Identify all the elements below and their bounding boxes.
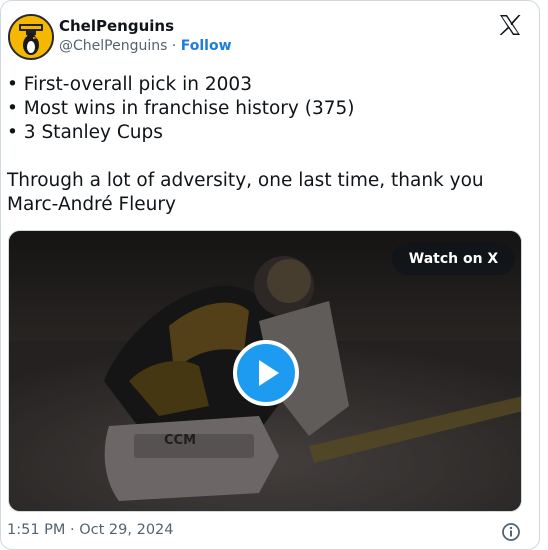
tweet-line: Through a lot of adversity, one last tim…	[7, 170, 484, 191]
tweet-text: • First-overall pick in 2003 • Most wins…	[7, 73, 527, 217]
handle-row: @ChelPenguins · Follow	[59, 38, 232, 54]
avatar[interactable]	[8, 14, 54, 60]
tweet-line: Marc-André Fleury	[7, 194, 176, 215]
play-button[interactable]	[233, 340, 299, 406]
timestamp[interactable]: 1:51 PM · Oct 29, 2024	[7, 522, 174, 538]
display-name[interactable]: ChelPenguins	[59, 17, 174, 35]
separator: ·	[171, 38, 177, 54]
tweet-line: • Most wins in franchise history (375)	[7, 98, 355, 119]
follow-button[interactable]: Follow	[181, 38, 232, 54]
handle[interactable]: @ChelPenguins	[59, 38, 167, 54]
video-player[interactable]: CCM Watch on X	[8, 230, 522, 512]
penguin-logo-icon	[10, 16, 52, 58]
x-logo-icon[interactable]	[498, 13, 522, 37]
play-icon	[259, 360, 279, 386]
tweet-card: ChelPenguins @ChelPenguins · Follow • Fi…	[0, 0, 540, 550]
tweet-line: • First-overall pick in 2003	[7, 74, 252, 95]
tweet-line: • 3 Stanley Cups	[7, 122, 163, 143]
watch-on-x-button[interactable]: Watch on X	[392, 243, 515, 275]
info-icon[interactable]	[501, 522, 521, 542]
